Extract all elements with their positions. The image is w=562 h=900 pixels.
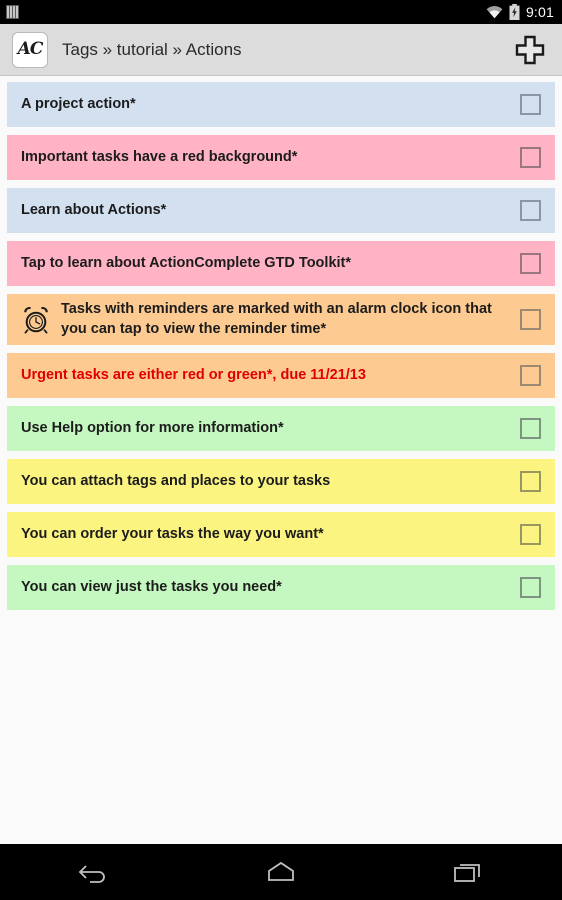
status-bar-left (6, 5, 19, 19)
task-checkbox[interactable] (520, 418, 541, 440)
task-row[interactable]: Important tasks have a red background* (7, 135, 555, 180)
task-checkbox[interactable] (520, 309, 541, 331)
task-label: Important tasks have a red background* (21, 148, 298, 165)
status-bar-right: 9:01 (486, 4, 554, 20)
app-logo-label: AC (17, 39, 44, 59)
task-checkbox[interactable] (520, 147, 541, 168)
task-list[interactable]: A project action* Important tasks have a … (0, 76, 562, 844)
task-row[interactable]: Learn about Actions* (7, 188, 555, 233)
task-reminder-icon[interactable] (21, 305, 51, 335)
task-row[interactable]: Tap to learn about ActionComplete GTD To… (7, 241, 555, 286)
task-label: Tasks with reminders are marked with an … (61, 301, 492, 337)
task-row[interactable]: You can order your tasks the way you wan… (7, 512, 555, 558)
breadcrumb[interactable]: Tags » tutorial » Actions (62, 41, 510, 58)
task-label: Use Help option for more information* (21, 419, 284, 436)
task-checkbox[interactable] (520, 365, 541, 387)
task-checkbox[interactable] (520, 577, 541, 599)
task-label: Urgent tasks are either red or green*, d… (21, 366, 366, 383)
navigation-bar (0, 844, 562, 900)
recent-apps-icon (454, 864, 481, 882)
task-label: Learn about Actions* (21, 201, 167, 218)
back-button[interactable] (57, 850, 131, 894)
status-bar: 9:01 (0, 0, 562, 24)
action-bar: AC Tags » tutorial » Actions (0, 24, 562, 76)
task-row[interactable]: Urgent tasks are either red or green*, d… (7, 353, 555, 399)
task-label: A project action* (21, 95, 136, 112)
task-row[interactable]: Use Help option for more information* (7, 406, 555, 452)
alarm-clock-icon (24, 306, 48, 334)
device-screen: 9:01 AC Tags » tutorial » Actions A proj… (0, 0, 562, 900)
task-checkbox[interactable] (520, 524, 541, 546)
task-checkbox[interactable] (520, 471, 541, 493)
wifi-icon (486, 6, 503, 19)
back-arrow-icon (78, 865, 105, 883)
status-bar-clock: 9:01 (525, 4, 554, 20)
task-row[interactable]: You can view just the tasks you need* (7, 565, 555, 611)
task-row[interactable]: A project action* (7, 82, 555, 127)
task-label: You can attach tags and places to your t… (21, 472, 331, 489)
sim-bars-icon (6, 5, 19, 19)
add-task-button[interactable] (510, 30, 550, 70)
task-checkbox[interactable] (520, 253, 541, 274)
task-row[interactable]: You can attach tags and places to your t… (7, 459, 555, 505)
recent-apps-button[interactable] (431, 850, 505, 894)
task-checkbox[interactable] (520, 200, 541, 221)
app-logo-icon[interactable]: AC (12, 31, 48, 68)
task-checkbox[interactable] (520, 94, 541, 115)
task-label: You can view just the tasks you need* (21, 578, 282, 595)
task-label: You can order your tasks the way you wan… (21, 525, 324, 542)
home-icon (268, 861, 294, 881)
task-label: Tap to learn about ActionComplete GTD To… (21, 254, 352, 271)
home-button[interactable] (244, 850, 318, 894)
plus-icon (515, 35, 545, 64)
task-row[interactable]: Tasks with reminders are marked with an … (7, 294, 555, 346)
battery-charging-icon (509, 4, 520, 20)
